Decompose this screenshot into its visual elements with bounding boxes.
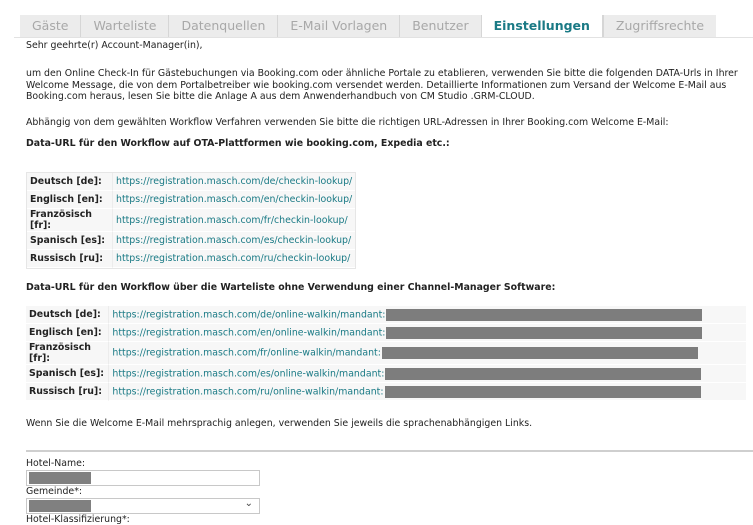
table-row: Englisch [en]: https://registration.masc… (27, 191, 356, 209)
redacted-value (29, 472, 91, 484)
data-url-link[interactable]: https://registration.masch.com/fr/checki… (113, 209, 356, 232)
language-label: Französisch [fr]: (26, 342, 110, 365)
redacted-mandant (386, 308, 703, 321)
tab-einstellungen[interactable]: Einstellungen (480, 15, 603, 37)
data-url-link[interactable]: https://registration.masch.com/en/checki… (113, 191, 356, 209)
table-row: Französisch [fr]: https://registration.m… (27, 209, 356, 232)
language-label: Russisch [ru]: (26, 383, 110, 401)
greeting-text: Sehr geehrte(r) Account-Manager(in), (26, 40, 203, 51)
tab-baseline (14, 37, 753, 38)
data-url-link[interactable]: https://registration.masch.com/ru/checki… (113, 250, 356, 268)
table-row: Französisch [fr]: https://registration.m… (26, 342, 746, 365)
data-url-link[interactable]: https://registration.masch.com/de/online… (112, 309, 385, 320)
ota-section-heading: Data-URL für den Workflow auf OTA-Plattf… (26, 138, 450, 149)
language-label: Deutsch [de]: (27, 173, 113, 191)
redacted-value (29, 500, 91, 512)
workflow-note: Abhängig von dem gewählten Workflow Verf… (26, 117, 669, 128)
redacted-mandant (385, 367, 702, 380)
chevron-down-icon: ⌄ (244, 498, 253, 509)
section-divider (26, 450, 753, 452)
data-url-link[interactable]: https://registration.masch.com/de/checki… (113, 173, 356, 191)
table-row: Englisch [en]: https://registration.masc… (26, 324, 746, 342)
gemeinde-select[interactable]: ⌄ (26, 498, 260, 514)
language-label: Englisch [en]: (26, 324, 110, 342)
tab-datenquellen[interactable]: Datenquellen (168, 15, 278, 37)
tab-warteliste[interactable]: Warteliste (80, 15, 169, 37)
hotel-name-input[interactable] (26, 470, 260, 486)
tabs: Gäste Warteliste Datenquellen E-Mail Vor… (20, 15, 717, 37)
language-label: Deutsch [de]: (26, 306, 110, 324)
data-url-cell: https://registration.masch.com/ru/online… (109, 383, 746, 401)
gemeinde-label: Gemeinde*: (26, 486, 83, 497)
tab-zugriffsrechte[interactable]: Zugriffsrechte (602, 15, 717, 37)
table-row: Spanisch [es]: https://registration.masc… (26, 365, 746, 383)
data-url-link[interactable]: https://registration.masch.com/es/checki… (113, 232, 356, 250)
data-url-link[interactable]: https://registration.masch.com/ru/online… (112, 386, 383, 397)
multilang-note: Wenn Sie die Welcome E-Mail mehrsprachig… (26, 418, 533, 429)
language-label: Spanisch [es]: (27, 232, 113, 250)
redacted-mandant (384, 385, 701, 398)
language-label: Französisch [fr]: (27, 209, 113, 232)
tab-benutzer[interactable]: Benutzer (399, 15, 481, 37)
tab-email-vorlagen[interactable]: E-Mail Vorlagen (277, 15, 400, 37)
redacted-mandant (381, 347, 698, 359)
tab-bar: Gäste Warteliste Datenquellen E-Mail Vor… (0, 0, 753, 38)
data-url-link[interactable]: https://registration.masch.com/es/online… (112, 368, 384, 379)
walkin-section-heading: Data-URL für den Workflow über die Warte… (26, 282, 556, 293)
table-row: Russisch [ru]: https://registration.masc… (27, 250, 356, 268)
data-url-link[interactable]: https://registration.masch.com/fr/online… (112, 348, 380, 359)
table-row: Deutsch [de]: https://registration.masch… (26, 306, 746, 324)
data-url-link[interactable]: https://registration.masch.com/en/online… (112, 327, 385, 338)
data-url-cell: https://registration.masch.com/en/online… (109, 324, 746, 342)
ota-url-table: Deutsch [de]: https://registration.masch… (26, 172, 357, 269)
intro-paragraph: um den Online Check-In für Gästebuchunge… (26, 68, 738, 102)
language-label: Russisch [ru]: (27, 250, 113, 268)
language-label: Spanisch [es]: (26, 365, 110, 383)
data-url-cell: https://registration.masch.com/de/online… (109, 306, 746, 324)
table-row: Spanisch [es]: https://registration.masc… (27, 232, 356, 250)
hotel-name-label: Hotel-Name: (26, 458, 86, 469)
redacted-mandant (386, 326, 703, 339)
table-row: Deutsch [de]: https://registration.masch… (27, 173, 356, 191)
tab-gaeste[interactable]: Gäste (20, 15, 81, 37)
data-url-cell: https://registration.masch.com/fr/online… (109, 342, 746, 365)
language-label: Englisch [en]: (27, 191, 113, 209)
table-row: Russisch [ru]: https://registration.masc… (26, 383, 746, 401)
data-url-cell: https://registration.masch.com/es/online… (109, 365, 746, 383)
walkin-url-table: Deutsch [de]: https://registration.masch… (26, 306, 746, 401)
